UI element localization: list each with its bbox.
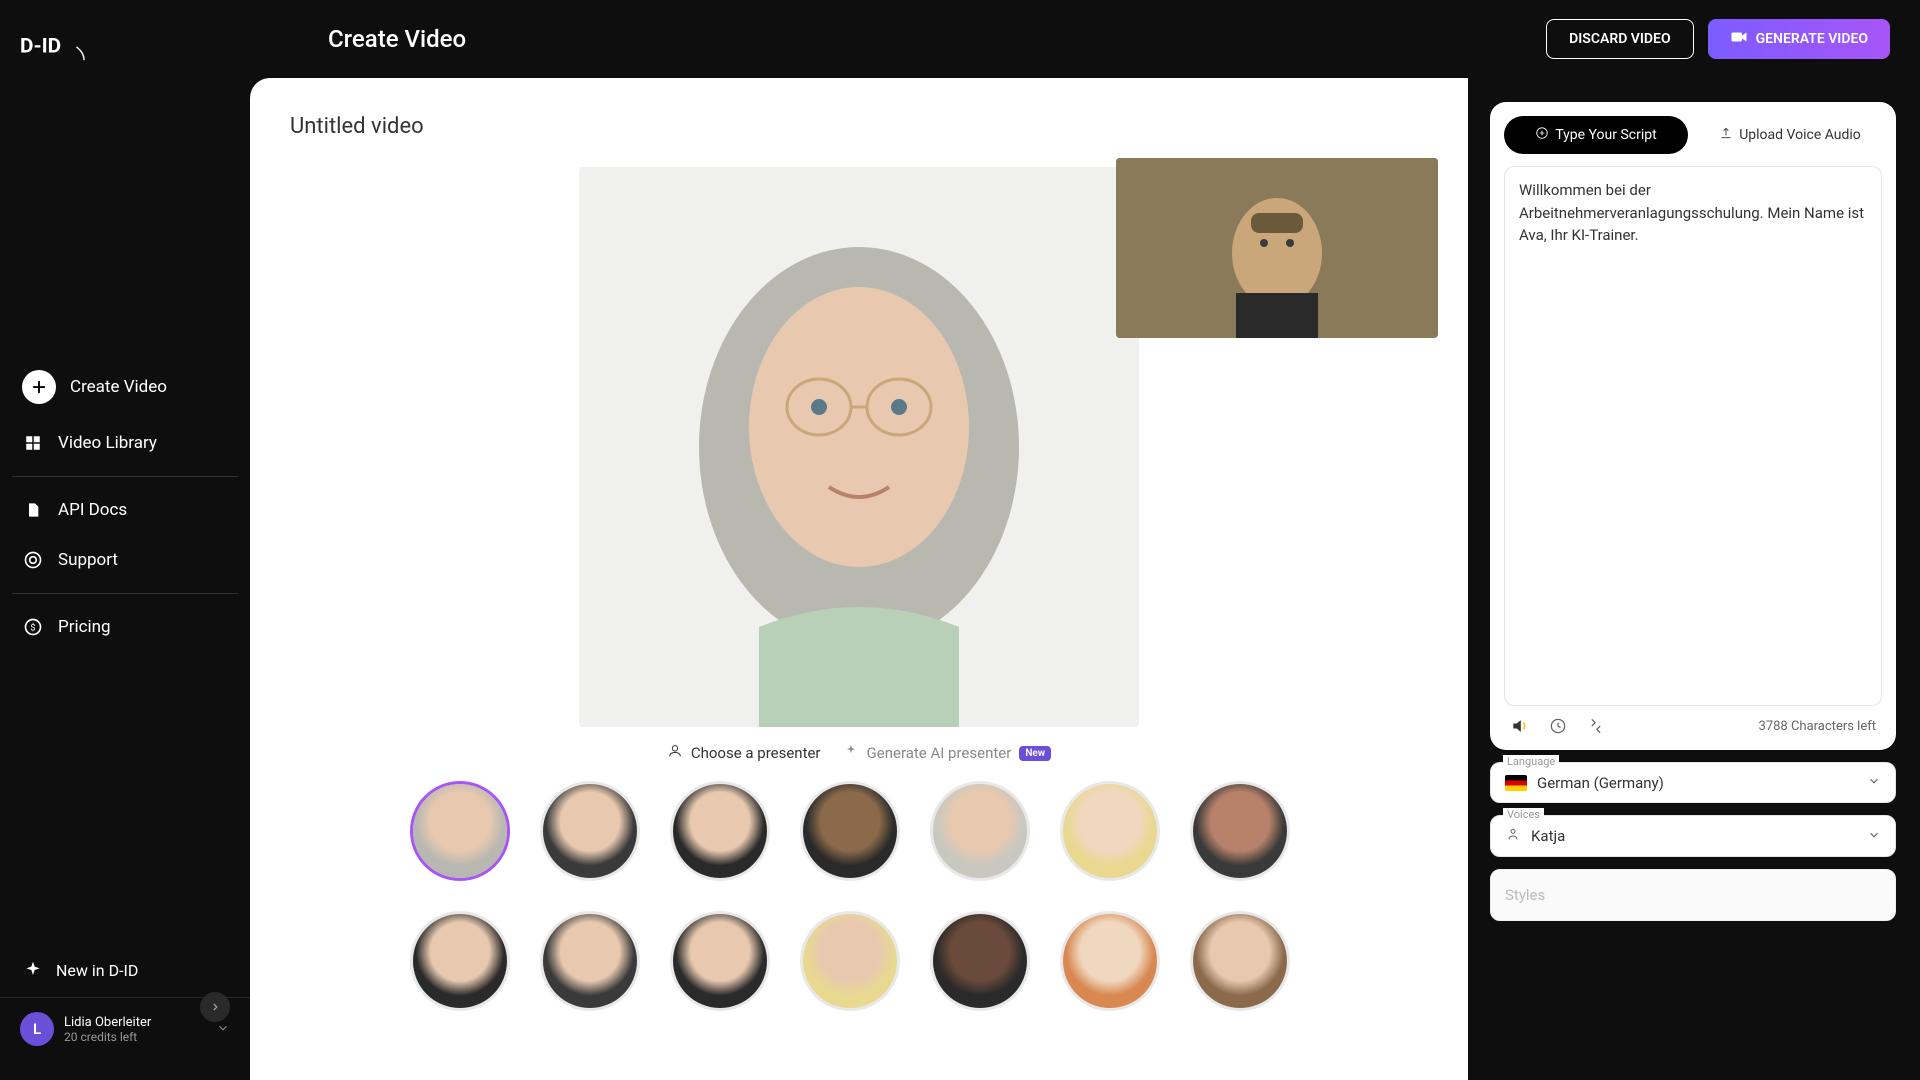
collapse-sidebar-button[interactable] (200, 992, 230, 1022)
button-label: GENERATE VIDEO (1756, 31, 1868, 47)
script-textarea[interactable] (1504, 166, 1882, 706)
script-panel: Type Your Script Upload Voice Audio (1490, 78, 1920, 1080)
tab-label: Type Your Script (1555, 127, 1656, 143)
upload-icon (1719, 126, 1733, 144)
presenter-thumb[interactable] (1190, 911, 1290, 1011)
chevron-down-icon (216, 1020, 230, 1039)
editor-panel: Untitled video (250, 78, 1468, 1080)
camera-icon (1730, 30, 1748, 48)
presenter-image (579, 167, 1139, 727)
presenter-grid[interactable] (410, 781, 1308, 1011)
nav-label: Create Video (70, 377, 167, 397)
presenter-thumb[interactable] (410, 911, 510, 1011)
new-badge: New (1019, 746, 1051, 761)
presenter-thumb[interactable] (670, 781, 770, 881)
nav-label: Video Library (58, 433, 157, 453)
divider (12, 476, 238, 477)
select-label: Language (1503, 755, 1559, 768)
grid-icon (22, 432, 44, 454)
presenter-preview (579, 167, 1139, 727)
swap-icon[interactable] (1586, 716, 1606, 736)
presenter-thumb[interactable] (800, 911, 900, 1011)
tab-upload-audio[interactable]: Upload Voice Audio (1698, 116, 1882, 154)
chevron-down-icon (1867, 773, 1881, 792)
presenter-thumb[interactable] (1190, 781, 1290, 881)
pricing-nav[interactable]: $ Pricing (0, 602, 250, 652)
tab-type-script[interactable]: Type Your Script (1504, 116, 1688, 154)
presenter-thumb[interactable] (540, 911, 640, 1011)
api-docs-nav[interactable]: API Docs (0, 485, 250, 535)
presenter-grid-wrap (410, 781, 1308, 1011)
page-title: Create Video (328, 25, 466, 53)
select-value: German (Germany) (1537, 774, 1664, 792)
voices-select[interactable]: Voices Katja (1490, 815, 1896, 857)
script-tabs: Type Your Script Upload Voice Audio (1504, 116, 1882, 154)
sound-icon[interactable] (1510, 716, 1530, 736)
script-card: Type Your Script Upload Voice Audio (1490, 102, 1896, 750)
button-label: DISCARD VIDEO (1569, 31, 1670, 47)
presenter-thumb[interactable] (540, 781, 640, 881)
nav-label: API Docs (58, 500, 127, 520)
nav-label: Pricing (58, 617, 111, 637)
generate-video-button[interactable]: GENERATE VIDEO (1708, 19, 1890, 59)
svg-text:D-ID: D-ID (20, 35, 61, 59)
logo[interactable]: D-ID (0, 20, 250, 96)
clock-icon[interactable] (1548, 716, 1568, 736)
toolbar-label: Generate AI presenter (867, 744, 1012, 762)
presenter-thumb[interactable] (930, 781, 1030, 881)
new-in-did[interactable]: New in D-ID (0, 943, 250, 997)
presenter-thumb[interactable] (1060, 781, 1160, 881)
generate-ai-presenter-button[interactable]: Generate AI presenter New (843, 743, 1052, 763)
plus-icon (22, 370, 56, 404)
discard-video-button[interactable]: DISCARD VIDEO (1546, 19, 1693, 59)
presenter-thumb[interactable] (930, 911, 1030, 1011)
video-title[interactable]: Untitled video (290, 114, 1428, 139)
select-label: Voices (1503, 808, 1544, 821)
presenter-thumb[interactable] (410, 781, 510, 881)
webcam-overlay (1116, 158, 1438, 338)
toolbar-label: Choose a presenter (691, 744, 821, 762)
content-area: Untitled video (250, 78, 1920, 1080)
coin-icon: $ (22, 616, 44, 638)
profile-name: Lidia Oberleiter (64, 1015, 151, 1030)
language-select[interactable]: Language German (Germany) (1490, 762, 1896, 803)
nav-label: Support (58, 550, 118, 570)
divider (12, 593, 238, 594)
top-header: Create Video DISCARD VIDEO GENERATE VIDE… (250, 0, 1920, 78)
header-actions: DISCARD VIDEO GENERATE VIDEO (1546, 19, 1890, 59)
sparkle-icon (843, 743, 859, 763)
avatar: L (20, 1012, 54, 1046)
char-count: 3788 Characters left (1759, 719, 1876, 734)
svg-text:$: $ (30, 622, 35, 633)
profile-credits: 20 credits left (64, 1030, 151, 1044)
select-value: Katja (1531, 827, 1565, 845)
profile-text: Lidia Oberleiter 20 credits left (64, 1015, 151, 1044)
styles-label: Styles (1505, 886, 1545, 904)
document-icon (22, 499, 44, 521)
video-library-nav[interactable]: Video Library (0, 418, 250, 468)
create-video-button[interactable]: Create Video (0, 356, 250, 418)
presenter-thumb[interactable] (1060, 911, 1160, 1011)
person-icon (1505, 826, 1521, 846)
chevron-down-icon (1867, 827, 1881, 846)
sidebar: D-ID Create Video Video Library API Docs… (0, 0, 250, 1080)
flag-de-icon (1505, 775, 1527, 791)
support-nav[interactable]: Support (0, 535, 250, 585)
tab-label: Upload Voice Audio (1739, 127, 1861, 143)
person-icon (667, 743, 683, 763)
presenter-toolbar: Choose a presenter Generate AI presenter… (667, 743, 1051, 763)
main-container: Create Video DISCARD VIDEO GENERATE VIDE… (250, 0, 1920, 1080)
plus-circle-icon (1535, 126, 1549, 144)
lifebuoy-icon (22, 549, 44, 571)
choose-presenter-button[interactable]: Choose a presenter (667, 743, 821, 763)
new-in-label: New in D-ID (56, 961, 138, 980)
styles-box[interactable]: Styles (1490, 869, 1896, 921)
presenter-thumb[interactable] (800, 781, 900, 881)
script-footer: 3788 Characters left (1504, 706, 1882, 736)
sparkle-icon (22, 959, 44, 981)
presenter-thumb[interactable] (670, 911, 770, 1011)
